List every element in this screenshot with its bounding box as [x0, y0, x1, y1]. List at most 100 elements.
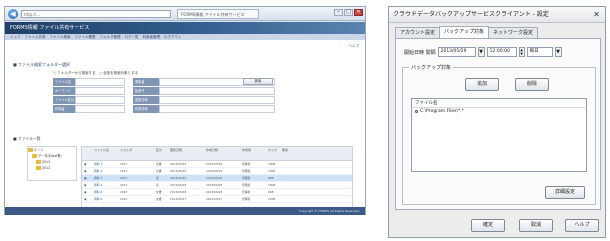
field-label: ファイル区分: [53, 96, 75, 104]
column-header[interactable]: 備考: [280, 147, 352, 160]
table-header: ファイル名 フォルダ 区分 更新日時 作成日時 作成者 サイズ 備考: [82, 147, 352, 161]
file-name-link[interactable]: 資料 1: [92, 162, 118, 166]
radio-folder[interactable]: ○ フォルダーから検索する: [53, 71, 96, 75]
web-page: FORMS情報 ファイル共有サービス トップ ファイル共有 ファイル検索 ファイ…: [5, 22, 365, 215]
minimize-icon[interactable]: ─: [334, 9, 343, 16]
help-button[interactable]: ヘルプ: [565, 219, 599, 232]
cell-author: 管理者: [242, 183, 251, 187]
close-icon[interactable]: ✕: [354, 9, 363, 16]
nav-item[interactable]: ファイル履歴: [75, 34, 96, 40]
field-input[interactable]: [75, 105, 125, 113]
nav-item[interactable]: ログアウト: [164, 34, 182, 40]
address-bar[interactable]: http://...: [21, 10, 171, 18]
browser-tab[interactable]: FORMS情報 ファイル共有サービス: [177, 9, 259, 19]
cell-kind: 表: [156, 176, 159, 180]
settings-dialog: クラウドデータバックアップサービスクライアント - 設定 ✕ アカウント設定 バ…: [388, 6, 606, 238]
schedule-row: 開始日時 間隔 2013/05/29 ▼ 12:00:00 ▲ ▼ 毎日 ▼: [404, 47, 562, 57]
cell-created: 2013/05/27: [206, 197, 223, 201]
field-input[interactable]: [75, 87, 125, 95]
column-header[interactable]: 作成日時: [204, 147, 240, 160]
maximize-icon[interactable]: □: [344, 9, 353, 16]
tree-item[interactable]: 2012: [28, 165, 76, 171]
nav-item[interactable]: フォルダ管理: [100, 34, 121, 40]
spinner-icon[interactable]: ▲ ▼: [518, 47, 525, 57]
table-row[interactable]: ▣ 資料 2 2013 文書 2013/05/29 2013/05/29 管理者 12KB: [82, 168, 352, 175]
tab-backup-target[interactable]: バックアップ対象: [439, 26, 490, 38]
add-button[interactable]: 追加: [465, 78, 499, 91]
list-item[interactable]: C:\Program Files\*.*: [412, 108, 586, 115]
table-row[interactable]: ▣ 資料 5 2012 文書 2013/05/28 2013/05/28 管理者 9KB: [82, 189, 352, 196]
cell-folder: 2013: [120, 176, 128, 180]
column-header[interactable]: フォルダ: [118, 147, 154, 160]
cell-author: 管理者: [242, 162, 251, 166]
file-icon: ▣: [84, 169, 87, 173]
field-label: 作成日時: [133, 105, 159, 113]
field-label: 拡張子: [133, 87, 159, 95]
field-input[interactable]: [75, 78, 125, 86]
cell-size: 11KB: [268, 197, 276, 201]
form-row: 作成者 作成日時: [53, 105, 275, 113]
cell-created: 2013/05/28: [206, 190, 223, 194]
nav-item[interactable]: トップ: [10, 34, 21, 40]
cell-author: 管理者: [242, 169, 251, 173]
time-field[interactable]: 12:00:00: [486, 47, 517, 57]
field-input[interactable]: [75, 96, 125, 104]
field-input[interactable]: [159, 105, 275, 113]
footer-text: Copyright © FORMS All Rights Reserved.: [298, 209, 360, 213]
table-row[interactable]: ▣ 資料 1 2013 文書 2013/05/29 2013/05/29 管理者 10KB: [82, 161, 352, 168]
file-name-link[interactable]: 資料 4: [92, 183, 118, 187]
field-label: 更新日時: [133, 96, 159, 104]
nav-item[interactable]: ファイル共有: [25, 34, 46, 40]
cell-folder: 2012: [120, 197, 128, 201]
table-row[interactable]: ▣ 資料 3 2013 表 2013/05/29 2013/05/29 管理者 8KB: [82, 175, 352, 182]
cell-updated: 2013/05/29: [170, 176, 187, 180]
file-icon: ▣: [84, 162, 87, 166]
close-icon[interactable]: ✕: [592, 11, 601, 19]
field-input[interactable]: [159, 96, 275, 104]
help-link[interactable]: ヘルプ: [349, 44, 360, 49]
table-row[interactable]: ▣ 資料 6 2012 文書 2013/05/27 2013/05/27 管理者 11KB: [82, 196, 352, 203]
field-label: 作成者: [53, 105, 75, 113]
cell-folder: 2013: [120, 162, 128, 166]
column-header[interactable]: ファイル名: [92, 147, 118, 160]
cell-updated: 2013/05/27: [170, 197, 187, 201]
file-table: ファイル名 フォルダ 区分 更新日時 作成日時 作成者 サイズ 備考 ▣ 資料 1…: [81, 146, 353, 212]
column-header[interactable]: サイズ: [266, 147, 280, 160]
column-header[interactable]: 更新日時: [168, 147, 204, 160]
dialog-titlebar: クラウドデータバックアップサービスクライアント - 設定 ✕: [389, 7, 605, 23]
chevron-down-icon[interactable]: ▼: [477, 47, 485, 57]
date-field[interactable]: 2013/05/29: [437, 47, 476, 57]
form-row: キーワード 拡張子: [53, 87, 275, 95]
file-name-link[interactable]: 資料 2: [92, 169, 118, 173]
tab-account[interactable]: アカウント設定: [395, 27, 441, 38]
cell-kind: 文書: [156, 197, 162, 201]
cell-kind: 文書: [156, 169, 162, 173]
target-list[interactable]: ファイル名 C:\Program Files\*.*: [411, 98, 587, 172]
detail-settings-button[interactable]: 詳細設定: [545, 186, 585, 199]
nav-item[interactable]: ファイル検索: [50, 34, 71, 40]
folder-icon: [36, 166, 41, 170]
frequency-select[interactable]: 毎日: [526, 47, 553, 57]
cell-author: 管理者: [242, 190, 251, 194]
delete-button[interactable]: 削除: [515, 78, 549, 91]
column-header[interactable]: 作成者: [240, 147, 266, 160]
file-name-link[interactable]: 資料 3: [92, 176, 118, 180]
group-label: バックアップ対象: [409, 64, 454, 71]
cell-size: 15KB: [268, 183, 276, 187]
tab-network[interactable]: ネットワーク設定: [488, 27, 539, 38]
cancel-button[interactable]: 取消: [519, 219, 553, 232]
nav-item[interactable]: 利用者管理: [143, 34, 161, 40]
column-header[interactable]: 区分: [154, 147, 168, 160]
file-name-link[interactable]: 資料 6: [92, 197, 118, 201]
field-input[interactable]: [159, 87, 275, 95]
radio-all[interactable]: ○ 全体を検索対象とする: [99, 71, 138, 75]
search-button[interactable]: 検索: [243, 78, 273, 85]
nav-item[interactable]: ログ一覧: [125, 34, 139, 40]
file-icon: ▣: [84, 190, 87, 194]
table-row[interactable]: ▣ 資料 4 2012 表 2013/05/28 2013/05/28 管理者 15KB: [82, 182, 352, 189]
backup-target-group: バックアップ対象 追加 削除 ファイル名 C:\Program Files\*.…: [402, 64, 596, 205]
file-name-link[interactable]: 資料 5: [92, 190, 118, 194]
chevron-down-icon[interactable]: ▼: [554, 47, 562, 57]
ok-button[interactable]: 確定: [471, 219, 505, 232]
back-icon[interactable]: ◀: [8, 9, 18, 19]
